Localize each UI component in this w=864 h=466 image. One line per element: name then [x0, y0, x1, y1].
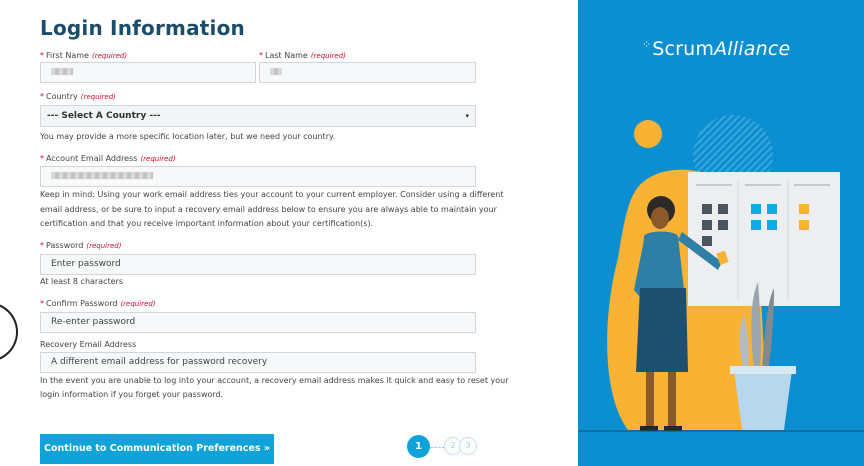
required-asterisk: * — [40, 51, 44, 60]
confirm-password-label: * Confirm Password (required) — [40, 299, 156, 308]
required-asterisk: * — [40, 92, 44, 101]
step-3: 3 — [459, 437, 477, 455]
clock-dial-icon: 2 3 4 — [0, 302, 18, 362]
confirm-password-input[interactable]: Re-enter password — [40, 312, 476, 333]
password-label: * Password (required) — [40, 241, 122, 250]
redacted-value — [51, 172, 153, 179]
required-tag: (required) — [310, 52, 346, 60]
sun-circle — [634, 120, 662, 148]
step-indicator: 1 2 3 — [407, 435, 477, 459]
required-tag: (required) — [91, 52, 128, 60]
step-1: 1 — [407, 435, 430, 458]
recovery-help-line-2: login information if you forget your pas… — [40, 390, 224, 399]
required-tag: (required) — [140, 155, 176, 163]
last-name-input[interactable] — [259, 62, 476, 83]
page-title: Login Information — [40, 16, 245, 40]
required-asterisk: * — [40, 154, 44, 163]
country-select[interactable]: --- Select A Country --- ▾ — [40, 105, 476, 127]
email-help-line-2: email address, or be sure to input a rec… — [40, 205, 497, 214]
country-label: * Country (required) — [40, 92, 116, 101]
required-asterisk: * — [40, 299, 44, 308]
password-input[interactable]: Enter password — [40, 254, 476, 275]
email-help-line-1: Keep in mind: Using your work email addr… — [40, 190, 504, 199]
email-help-line-3: certification and that you receive impor… — [40, 219, 374, 228]
step-connector — [430, 447, 445, 448]
email-label: * Account Email Address (required) — [40, 154, 176, 163]
required-tag: (required) — [86, 242, 122, 250]
dropdown-caret-icon: ▾ — [465, 112, 469, 120]
first-name-input[interactable] — [40, 62, 256, 83]
scrum-board-illustration — [578, 115, 864, 432]
password-help-text: At least 8 characters — [40, 277, 124, 286]
required-tag: (required) — [120, 300, 156, 308]
redacted-value — [51, 68, 73, 75]
first-name-label: * First Name (required) — [40, 51, 128, 60]
continue-button[interactable]: Continue to Communication Preferences » — [40, 434, 274, 464]
brand-illustration-panel: ⁘ ScrumAlliance — [578, 0, 864, 466]
recovery-email-label: Recovery Email Address — [40, 340, 137, 349]
country-help-text: You may provide a more specific location… — [40, 132, 336, 141]
redacted-value — [270, 68, 282, 75]
recovery-email-input[interactable]: A different email address for password r… — [40, 352, 476, 373]
last-name-label: * Last Name (required) — [259, 51, 346, 60]
email-input[interactable] — [40, 166, 476, 187]
required-asterisk: * — [40, 241, 44, 250]
required-asterisk: * — [259, 51, 263, 60]
recovery-help-line-1: In the event you are unable to log into … — [40, 376, 509, 385]
login-form-panel: Login Information * First Name (required) … — [0, 0, 578, 466]
required-tag: (required) — [80, 93, 116, 101]
